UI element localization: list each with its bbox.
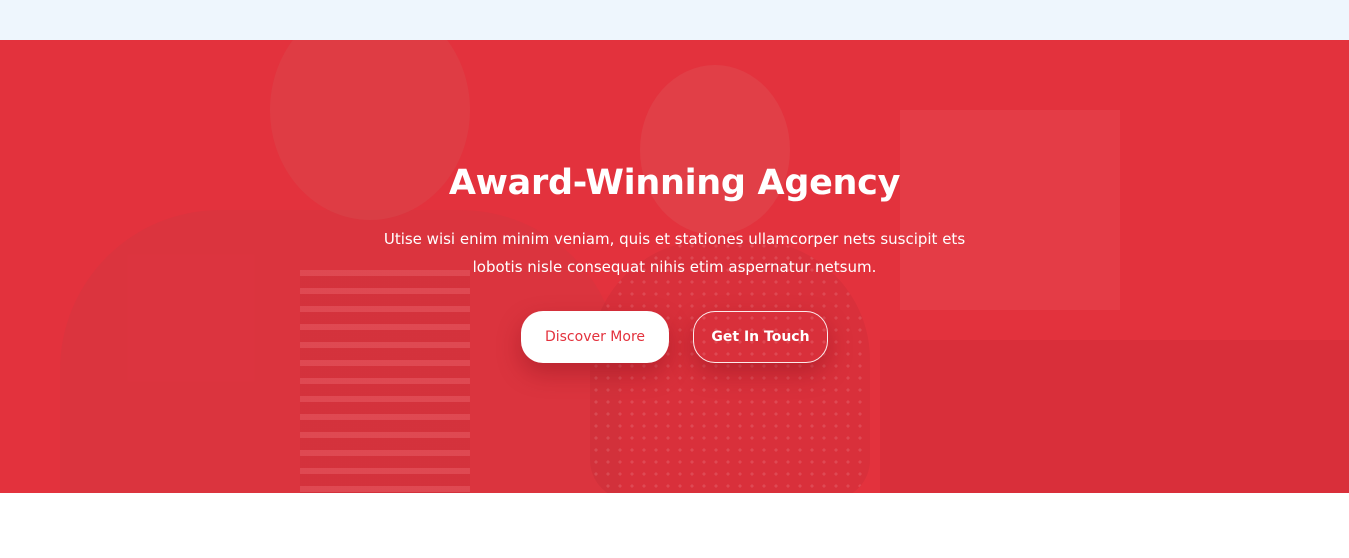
background-photo-desk	[880, 340, 1349, 493]
page-content-below	[0, 493, 1349, 558]
hero-section: Award-Winning Agency Utise wisi enim min…	[0, 40, 1349, 493]
get-in-touch-button[interactable]: Get In Touch	[693, 311, 828, 363]
background-photo-striped-shirt	[300, 270, 470, 493]
background-photo-face-right	[640, 65, 790, 235]
discover-more-button[interactable]: Discover More	[521, 311, 669, 363]
top-bar	[0, 0, 1349, 40]
hero-title: Award-Winning Agency	[448, 163, 901, 203]
hero-description: Utise wisi enim minim veniam, quis et st…	[383, 230, 966, 276]
